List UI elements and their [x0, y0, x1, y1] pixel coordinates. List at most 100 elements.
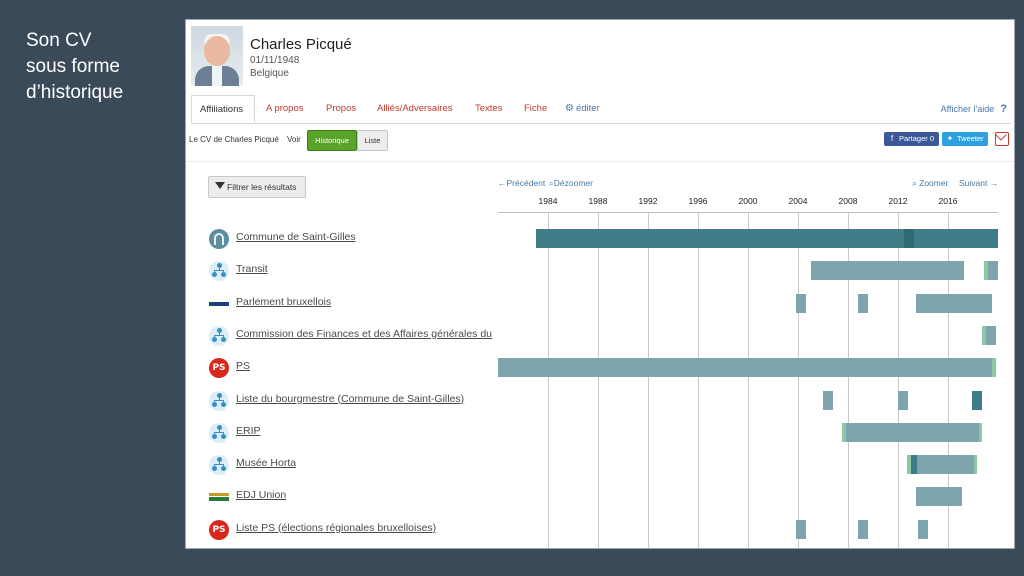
timeline-bar[interactable]: [898, 390, 908, 410]
tab-allies-adversaires[interactable]: Alliés/Adversaires: [377, 95, 453, 123]
facebook-share-button[interactable]: f Partager 0: [884, 132, 939, 146]
twitter-share-label: Tweeter: [957, 134, 984, 143]
affiliation-link[interactable]: Transit: [236, 263, 494, 275]
timeline-bar[interactable]: [823, 390, 833, 410]
timeline-bar[interactable]: [971, 390, 982, 410]
org-chart-icon: [209, 455, 229, 476]
facebook-icon: f: [890, 134, 894, 143]
help-icon: ?: [1000, 103, 1007, 115]
timeline-bar[interactable]: [845, 422, 980, 442]
year-tick-label: 1988: [588, 196, 608, 206]
affiliation-link[interactable]: Parlement bruxellois: [236, 296, 494, 308]
affiliation-link[interactable]: Liste du bourgmestre (Commune de Saint-G…: [236, 393, 494, 405]
timeline-year-axis: 1984 1988 1992 1996 2000 2004 2008 2012 2016: [498, 196, 998, 212]
filter-label: Filtrer les résultats: [227, 182, 297, 192]
year-gridline: [798, 213, 799, 548]
timeline-bar[interactable]: [918, 519, 928, 539]
filter-button[interactable]: Filtrer les résultats: [208, 176, 306, 198]
slide-caption: Son CV sous forme d’historique: [26, 28, 123, 106]
previous-link[interactable]: ←Précédent: [498, 178, 545, 188]
slide-caption-line: d’historique: [26, 82, 124, 103]
affiliation-link[interactable]: ERIP: [236, 425, 494, 437]
affiliation-row: Transit: [186, 259, 498, 283]
timeline-bar[interactable]: [915, 293, 992, 313]
help-link[interactable]: Afficher l'aide?: [941, 95, 1007, 123]
affiliation-row: Musée Horta: [186, 453, 498, 477]
tab-propos[interactable]: Propos: [326, 95, 356, 123]
parliament-icon: [209, 293, 229, 314]
zoom-in-link[interactable]: ⌕ Zoomer: [912, 178, 948, 189]
browser-window: Charles Picqué 01/11/1948 Belgique Affil…: [185, 19, 1015, 549]
timeline-bar[interactable]: [974, 455, 977, 475]
affiliation-row: PS Liste PS (élections régionales bruxell…: [186, 518, 498, 542]
year-gridline: [698, 213, 699, 548]
affiliation-row: Commission des Finances et des Affaires …: [186, 324, 498, 348]
historique-button[interactable]: Historique: [307, 130, 357, 151]
timeline-bar[interactable]: [991, 358, 996, 378]
commune-icon: [209, 229, 229, 249]
mail-icon[interactable]: [995, 132, 1009, 146]
twitter-share-button[interactable]: ✦ Tweeter: [942, 132, 988, 146]
ps-logo-icon: PS: [209, 519, 229, 540]
year-tick-label: 2004: [788, 196, 808, 206]
timeline-bar[interactable]: [915, 487, 962, 507]
timeline-bar[interactable]: [795, 519, 806, 539]
affiliation-link[interactable]: EDJ Union: [236, 489, 494, 501]
year-gridline: [648, 213, 649, 548]
tab-editer[interactable]: ⚙ éditer: [565, 95, 600, 123]
timeline-bar[interactable]: [914, 229, 998, 248]
timeline-bar[interactable]: [498, 358, 992, 378]
org-chart-icon: [209, 325, 229, 346]
tab-affiliations[interactable]: Affiliations: [191, 95, 255, 123]
affiliation-row: PS PS: [186, 356, 498, 380]
timeline-bar[interactable]: [810, 261, 965, 281]
funnel-icon: [215, 182, 225, 189]
slide-caption-line: sous forme: [26, 56, 120, 77]
affiliation-row: Parlement bruxellois: [186, 292, 498, 316]
affiliation-link[interactable]: Musée Horta: [236, 457, 494, 469]
timeline-bar[interactable]: [858, 519, 868, 539]
year-tick-label: 2016: [938, 196, 958, 206]
timeline-bar[interactable]: [904, 229, 915, 248]
timeline-bar[interactable]: [916, 455, 975, 475]
timeline-bar[interactable]: [985, 325, 996, 345]
affiliation-link[interactable]: PS: [236, 360, 494, 372]
org-chart-icon: [209, 422, 229, 443]
profile-country: Belgique: [250, 68, 289, 79]
help-label: Afficher l'aide: [940, 104, 995, 114]
affiliation-link[interactable]: Liste PS (élections régionales bruxelloi…: [236, 522, 494, 534]
org-chart-icon: [209, 261, 229, 282]
year-gridline: [548, 213, 549, 548]
timeline-bar[interactable]: [979, 422, 982, 442]
year-tick-label: 1992: [638, 196, 658, 206]
slide-caption-line: Son CV: [26, 30, 92, 51]
share-buttons: f Partager 0 ✦ Tweeter: [881, 132, 1009, 148]
timeline-bar[interactable]: [858, 293, 868, 313]
view-label: Voir: [287, 135, 301, 144]
next-link[interactable]: Suivant →: [959, 178, 998, 188]
year-tick-label: 1996: [688, 196, 708, 206]
year-tick-label: 2008: [838, 196, 858, 206]
affiliation-row: ERIP: [186, 421, 498, 445]
divider: [186, 161, 1014, 162]
cv-title: Le CV de Charles Picqué: [189, 135, 279, 144]
tab-textes[interactable]: Textes: [475, 95, 502, 123]
profile-name: Charles Picqué: [250, 36, 352, 53]
timeline-bar[interactable]: [795, 293, 806, 313]
year-tick-label: 1984: [538, 196, 558, 206]
year-gridline: [598, 213, 599, 548]
affiliation-link[interactable]: Commission des Finances et des Affaires …: [236, 328, 494, 340]
tab-fiche[interactable]: Fiche: [524, 95, 547, 123]
timeline-bar[interactable]: [535, 229, 905, 248]
tab-editer-label: éditer: [575, 103, 600, 114]
timeline-bar[interactable]: [988, 261, 998, 281]
affiliation-link[interactable]: Commune de Saint-Gilles: [236, 231, 494, 243]
affiliation-row: Liste du bourgmestre (Commune de Saint-G…: [186, 389, 498, 413]
avatar: [191, 26, 243, 86]
tab-a-propos[interactable]: A propos: [266, 95, 304, 123]
liste-button[interactable]: Liste: [357, 130, 388, 151]
twitter-icon: ✦: [946, 134, 954, 143]
zoom-out-link[interactable]: ⌕Dézoomer: [549, 178, 593, 189]
profile-birthdate: 01/11/1948: [250, 55, 300, 66]
year-tick-label: 2000: [738, 196, 758, 206]
